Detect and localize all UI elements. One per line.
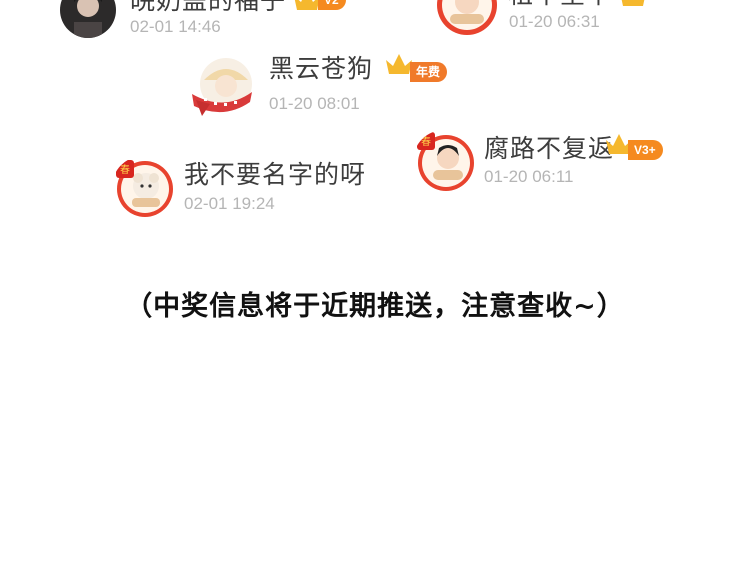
timestamp: 01-20 06:31 (509, 12, 600, 31)
timestamp: 01-20 08:01 (269, 94, 360, 113)
timestamp: 01-20 06:11 (484, 167, 574, 186)
svg-text:春: 春 (120, 164, 130, 176)
user-avatar[interactable]: 春 (112, 156, 174, 218)
member-badge: 年费 (410, 62, 448, 82)
username[interactable]: 黑云苍狗 (269, 54, 373, 84)
crown-icon (621, 0, 645, 6)
winner-notice: （中奖信息将于近期推送，注意查收~） (125, 291, 625, 322)
timestamp: 02-01 14:46 (130, 17, 221, 36)
username[interactable]: 皖奶盖的福子 (130, 0, 286, 16)
user-avatar[interactable] (436, 0, 498, 36)
username[interactable]: 腐路不复返 (484, 134, 614, 164)
member-badge: V3+ (628, 140, 663, 160)
user-avatar[interactable]: 春 (413, 130, 475, 192)
user-avatar[interactable] (60, 0, 116, 38)
timestamp: 02-01 19:24 (184, 194, 275, 213)
svg-text:春: 春 (421, 136, 431, 148)
username[interactable]: 租中星平 (508, 0, 612, 10)
member-badge: V2 (318, 0, 346, 10)
username[interactable]: 我不要名字的呀 (184, 160, 366, 190)
user-avatar[interactable] (190, 56, 256, 120)
